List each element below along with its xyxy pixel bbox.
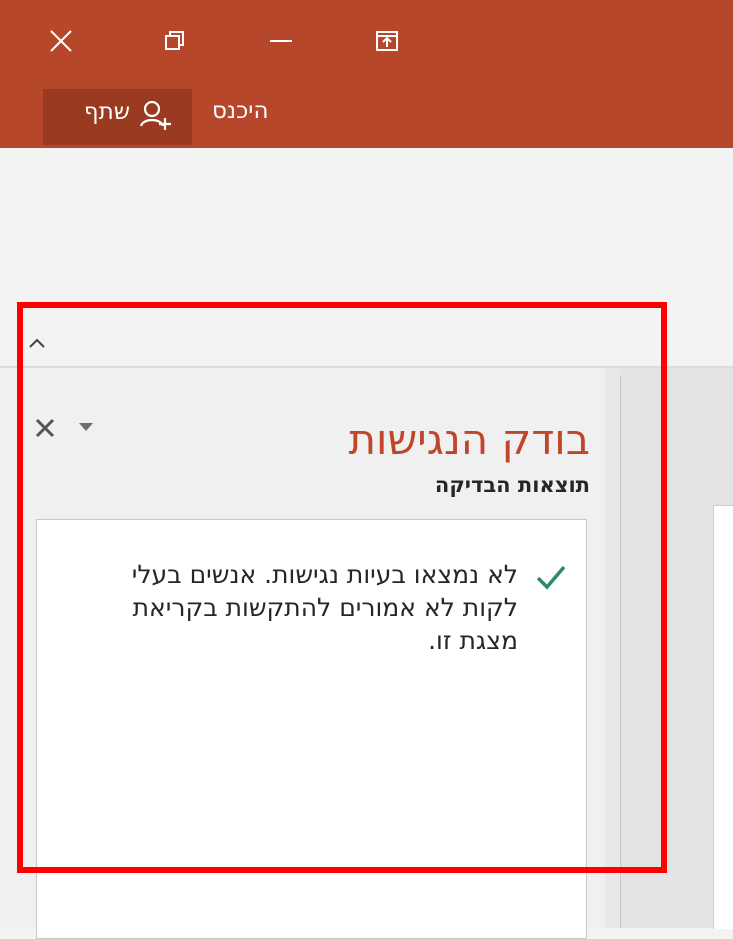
sign-in-link[interactable]: היכנס: [212, 98, 268, 124]
share-label: שתף: [83, 99, 130, 125]
ribbon-area: [0, 148, 733, 368]
pane-title: בודק הנגישות: [348, 415, 590, 464]
close-icon[interactable]: [33, 416, 59, 440]
inspection-results-heading: תוצאות הבדיקה: [434, 473, 590, 497]
collapse-ribbon-icon[interactable]: [26, 335, 48, 351]
close-icon: [50, 30, 72, 52]
ribbon-display-icon: [376, 31, 398, 51]
chevron-down-icon[interactable]: [77, 421, 95, 433]
pane-splitter[interactable]: [605, 368, 621, 928]
slide-canvas[interactable]: [713, 505, 733, 929]
checkmark-icon: [536, 565, 566, 590]
restore-icon: [165, 31, 184, 50]
minimize-icon: [270, 40, 292, 42]
result-message: לא נמצאו בעיות נגישות. אנשים בעלי לקות ל…: [131, 560, 518, 655]
ribbon-display-options-button[interactable]: [360, 18, 412, 62]
title-bar: שתף היכנס: [0, 0, 733, 148]
share-button[interactable]: שתף: [43, 89, 192, 145]
add-person-icon: [139, 100, 171, 130]
window-minimize-button[interactable]: [254, 18, 306, 62]
window-restore-button[interactable]: [148, 18, 200, 62]
window-close-button[interactable]: [34, 18, 86, 62]
